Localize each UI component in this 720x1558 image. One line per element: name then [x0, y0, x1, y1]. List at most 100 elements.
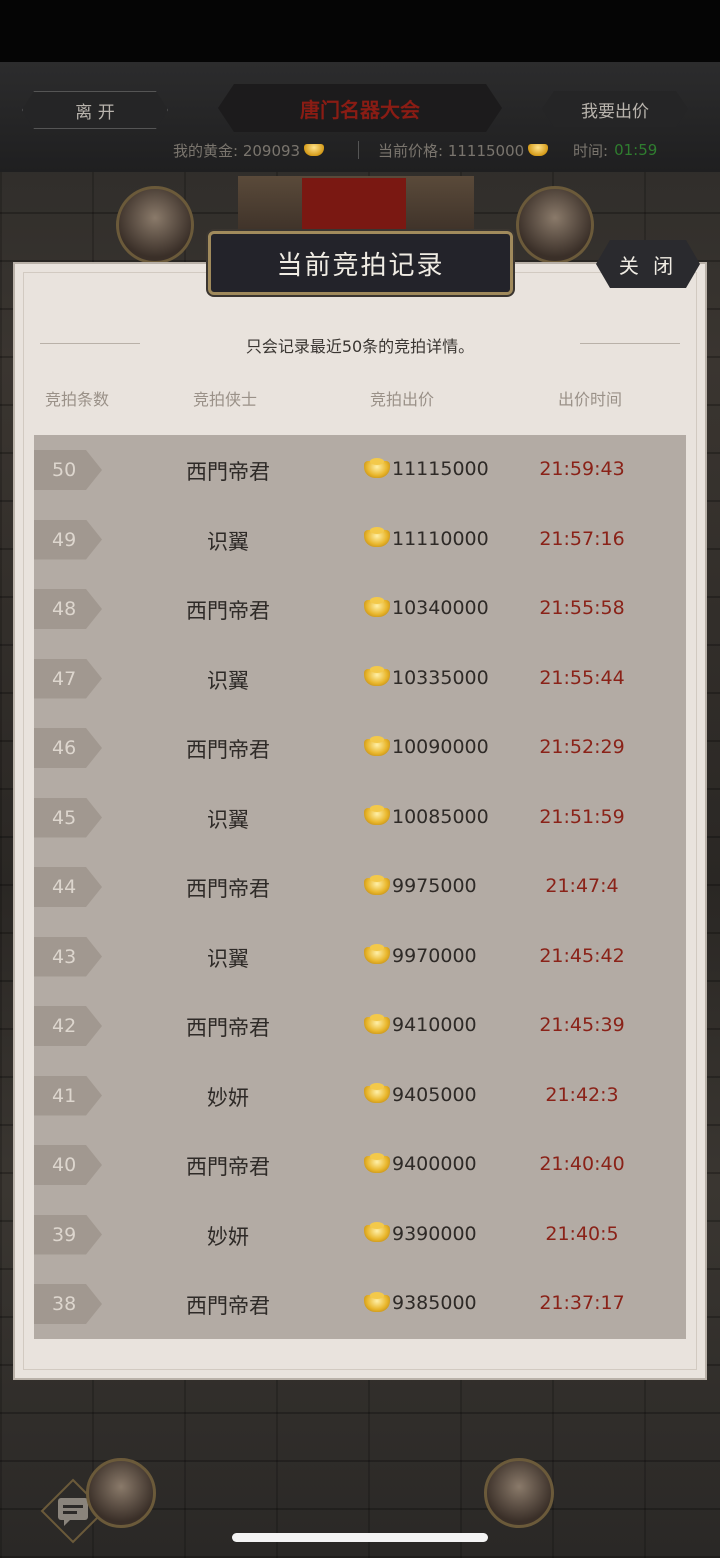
record-notice: 只会记录最近50条的竞拍详情。 [245, 337, 475, 356]
bid-time: 21:45:39 [539, 1014, 625, 1036]
home-indicator[interactable] [232, 1533, 488, 1542]
right-player-avatar[interactable] [516, 186, 594, 264]
bid-price-value: 10090000 [392, 736, 489, 758]
bidder-name: 西門帝君 [186, 877, 270, 901]
bid-row: 42 西門帝君 9410000 21:45:39 [34, 991, 686, 1061]
player-avatar-bottom-left[interactable] [86, 1458, 156, 1528]
bid-number-tag: 47 [34, 658, 102, 699]
bid-price: 9405000 [364, 1083, 477, 1106]
bidder-name: 西門帝君 [186, 738, 270, 762]
gold-ingot-icon [364, 1222, 390, 1242]
bid-price: 10340000 [364, 596, 489, 619]
bidder-name: 妙妍 [207, 1224, 249, 1249]
bidder-name: 西門帝君 [186, 1294, 270, 1318]
divider [358, 141, 359, 159]
bid-price: 9400000 [364, 1152, 477, 1175]
leave-button[interactable]: 离 开 [22, 91, 168, 129]
bid-row: 50 西門帝君 11115000 21:59:43 [34, 435, 686, 505]
bidder-name: 西門帝君 [186, 599, 270, 623]
gold-ingot-icon [364, 1083, 390, 1103]
gold-ingot-icon [364, 527, 390, 547]
bid-time: 21:40:40 [539, 1153, 625, 1175]
bid-number-tag: 44 [34, 867, 102, 907]
bid-price: 11115000 [364, 457, 489, 480]
bid-price: 9385000 [364, 1291, 477, 1314]
bid-price-value: 9975000 [392, 875, 477, 897]
left-player-avatar[interactable] [116, 186, 194, 264]
bid-price-value: 10340000 [392, 597, 489, 619]
bid-row: 44 西門帝君 9975000 21:47:4 [34, 852, 686, 922]
bid-price-value: 9405000 [392, 1083, 477, 1106]
bid-number-tag: 43 [34, 936, 102, 977]
bid-price: 9390000 [364, 1222, 477, 1245]
my-gold: 我的黄金: 209093 [173, 139, 325, 161]
gold-ingot-icon [364, 735, 390, 756]
bid-price: 9975000 [364, 874, 477, 897]
bidder-name: 识翼 [207, 807, 249, 832]
bid-price: 10085000 [364, 805, 489, 828]
gold-ingot-icon [364, 457, 390, 478]
bid-row: 48 西門帝君 10340000 21:55:58 [34, 574, 686, 644]
bidder-name: 妙妍 [207, 1085, 249, 1110]
bidder-name: 识翼 [207, 946, 249, 971]
bid-row: 41 妙妍 9405000 21:42:3 [34, 1061, 686, 1131]
bidder-name: 西門帝君 [186, 1016, 270, 1040]
gold-ingot-icon [364, 805, 390, 825]
bid-time: 21:47:4 [545, 875, 619, 897]
bid-price: 11110000 [364, 527, 489, 550]
bid-time: 21:42:3 [545, 1083, 619, 1106]
wall-banner [302, 178, 406, 234]
time-value: 01:59 [614, 141, 658, 159]
place-bid-button[interactable]: 我要出价 [542, 91, 688, 127]
bidder-name: 识翼 [207, 529, 249, 554]
bid-price-value: 9410000 [392, 1014, 477, 1036]
gold-ingot-icon [364, 944, 390, 964]
bid-row: 45 识翼 10085000 21:51:59 [34, 783, 686, 853]
bid-number-tag: 46 [34, 728, 102, 768]
bid-price-value: 11110000 [392, 527, 489, 550]
bid-time: 21:52:29 [539, 736, 625, 758]
gold-ingot-icon [364, 874, 390, 895]
current-price-text: 当前价格: 11115000 [378, 141, 525, 160]
gold-ingot-icon [364, 666, 390, 686]
column-header-time: 出价时间 [557, 390, 622, 409]
bid-price: 10090000 [364, 735, 489, 758]
bid-time: 21:40:5 [545, 1222, 619, 1245]
player-avatar-bottom-right[interactable] [484, 1458, 554, 1528]
time-label: 时间: [573, 141, 609, 160]
dialog-title: 当前竞拍记录 [208, 231, 513, 295]
bid-number-tag: 42 [34, 1006, 102, 1046]
bid-price-value: 9385000 [392, 1292, 477, 1314]
gold-ingot-icon [364, 1291, 390, 1312]
bid-row: 39 妙妍 9390000 21:40:5 [34, 1200, 686, 1270]
bidder-name: 西門帝君 [186, 1155, 270, 1179]
bid-time: 21:55:58 [539, 597, 625, 619]
column-header-number: 竞拍条数 [44, 390, 109, 409]
decorative-line-right [580, 343, 680, 344]
bid-time: 21:45:42 [539, 944, 625, 967]
close-button[interactable]: 关 闭 [596, 240, 700, 288]
bid-price: 9410000 [364, 1013, 477, 1036]
bid-row: 38 西門帝君 9385000 21:37:17 [34, 1269, 686, 1339]
bid-row: 49 识翼 11110000 21:57:16 [34, 505, 686, 575]
bid-number-tag: 49 [34, 519, 102, 560]
gold-ingot-icon [528, 144, 549, 156]
gold-ingot-icon [304, 144, 325, 156]
bid-number-tag: 48 [34, 589, 102, 629]
bid-price-value: 9400000 [392, 1153, 477, 1175]
game-title: 唐门名器大会 [218, 84, 502, 132]
bidder-name: 识翼 [207, 668, 249, 693]
bid-time: 21:37:17 [539, 1292, 625, 1314]
bid-row: 46 西門帝君 10090000 21:52:29 [34, 713, 686, 783]
bid-row: 40 西門帝君 9400000 21:40:40 [34, 1130, 686, 1200]
bid-number-tag: 38 [34, 1284, 102, 1324]
bid-number-tag: 39 [34, 1214, 102, 1255]
bid-price-value: 11115000 [392, 458, 489, 480]
bid-price-value: 10335000 [392, 666, 489, 689]
gold-ingot-icon [364, 1152, 390, 1173]
bid-number-tag: 40 [34, 1145, 102, 1185]
column-header-price: 竞拍出价 [369, 390, 434, 409]
bid-price-value: 10085000 [392, 805, 489, 828]
bid-row: 43 识翼 9970000 21:45:42 [34, 922, 686, 992]
bid-time: 21:57:16 [539, 527, 625, 550]
